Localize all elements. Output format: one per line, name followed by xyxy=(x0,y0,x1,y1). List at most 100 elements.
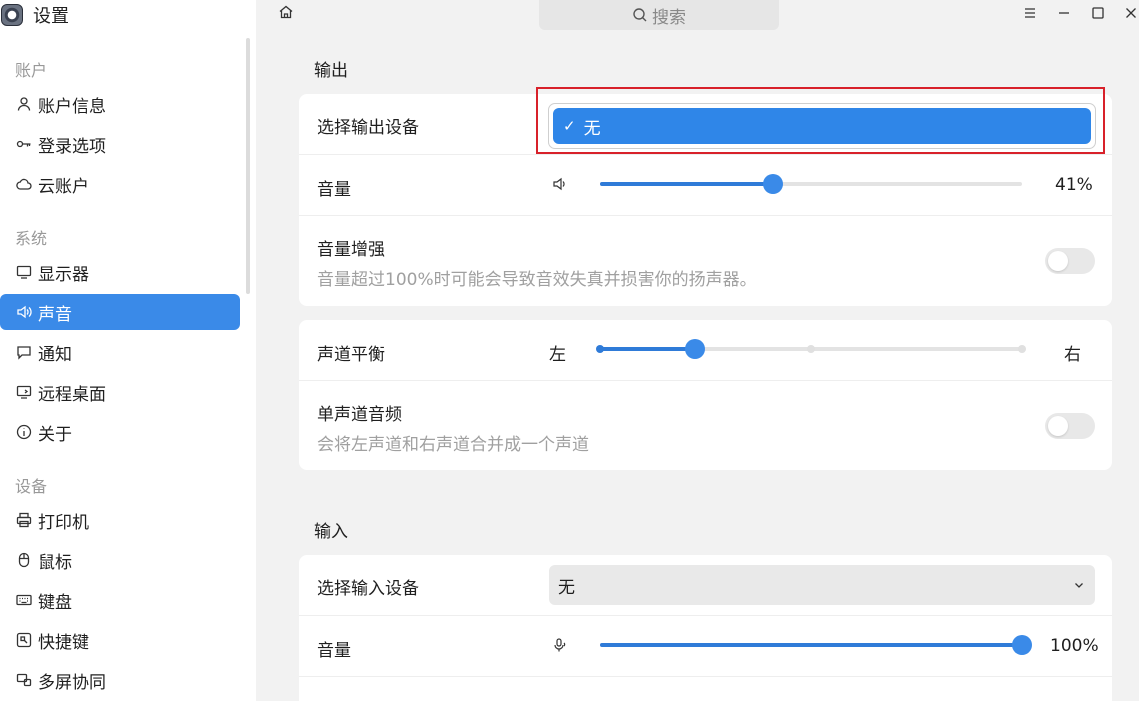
sidebar-item-shortcuts[interactable]: 快捷键 xyxy=(0,622,240,658)
multi-screen-icon xyxy=(15,671,33,689)
balance-left-label: 左 xyxy=(549,345,566,365)
minimize-icon xyxy=(1059,12,1069,14)
output-device-dropdown[interactable]: ✓ 无 xyxy=(548,103,1096,149)
input-device-row: 选择输入设备 无 xyxy=(299,555,1112,616)
sidebar-item-display[interactable]: 显示器 xyxy=(0,254,240,290)
output-volume-label: 音量 xyxy=(317,180,351,200)
menu-button[interactable] xyxy=(1021,4,1039,22)
input-volume-fill xyxy=(600,643,1022,647)
sidebar-item-keyboard[interactable]: 键盘 xyxy=(0,582,240,618)
search-field[interactable]: 搜索 xyxy=(539,0,779,30)
balance-right-label: 右 xyxy=(1064,345,1081,365)
balance-label: 声道平衡 xyxy=(317,345,385,365)
input-volume-knob[interactable] xyxy=(1012,635,1032,655)
input-volume-value: 100% xyxy=(1050,636,1099,656)
app-title: 设置 xyxy=(33,6,69,27)
maximize-button[interactable] xyxy=(1089,4,1107,22)
menu-icon xyxy=(1025,8,1035,18)
sidebar-item-label: 关于 xyxy=(38,424,72,445)
mono-audio-description: 会将左声道和右声道合并成一个声道 xyxy=(317,435,589,455)
search-placeholder: 搜索 xyxy=(652,7,686,28)
output-volume-row: 音量 41% xyxy=(299,155,1112,216)
mono-audio-row: 单声道音频 会将左声道和右声道合并成一个声道 xyxy=(299,381,1112,470)
input-device-label: 选择输入设备 xyxy=(317,579,419,599)
balance-card: 声道平衡 左 右 单声道音频 会将左声道和右声道合并成一个声道 xyxy=(299,320,1112,470)
sidebar-item-label: 云账户 xyxy=(38,176,89,197)
volume-boost-description: 音量超过100%时可能会导致音效失真并损害你的扬声器。 xyxy=(317,270,757,290)
sidebar-item-label: 鼠标 xyxy=(38,552,72,573)
mono-audio-toggle[interactable] xyxy=(1045,413,1095,439)
balance-row: 声道平衡 左 右 xyxy=(299,320,1112,381)
balance-knob[interactable] xyxy=(684,339,705,359)
volume-boost-row: 音量增强 音量超过100%时可能会导致音效失真并损害你的扬声器。 xyxy=(299,216,1112,306)
sidebar-item-label: 登录选项 xyxy=(38,136,106,157)
input-card: 选择输入设备 无 音量 100% xyxy=(299,555,1112,701)
speaker-icon xyxy=(15,303,33,321)
sidebar-item-account-info[interactable]: 账户信息 xyxy=(0,86,240,122)
input-volume-slider[interactable] xyxy=(600,635,1032,655)
balance-tick xyxy=(807,345,815,353)
section-system: 系统 xyxy=(15,229,48,248)
close-button[interactable] xyxy=(1122,4,1139,22)
user-icon xyxy=(15,95,33,113)
output-volume-knob[interactable] xyxy=(763,174,784,194)
balance-tick xyxy=(1018,345,1026,353)
balance-slider[interactable] xyxy=(596,339,1026,359)
check-icon: ✓ xyxy=(563,117,576,135)
output-device-option[interactable]: ✓ 无 xyxy=(553,108,1091,144)
message-icon xyxy=(15,343,33,361)
search-icon xyxy=(633,8,647,22)
sidebar: 设置 账户 账户信息 登录选项 云账户 系统 显示器 声音 通知 远程桌面 关于… xyxy=(0,0,256,701)
volume-boost-toggle[interactable] xyxy=(1045,248,1095,274)
sidebar-item-label: 快捷键 xyxy=(38,632,89,653)
sidebar-item-printer[interactable]: 打印机 xyxy=(0,502,240,538)
remote-desktop-icon xyxy=(15,383,33,401)
sidebar-item-notifications[interactable]: 通知 xyxy=(0,334,240,370)
sidebar-item-sound[interactable]: 声音 xyxy=(0,294,240,330)
sidebar-item-label: 声音 xyxy=(38,304,72,325)
sidebar-scrollbar[interactable] xyxy=(246,38,250,294)
sidebar-item-label: 键盘 xyxy=(38,592,72,613)
input-volume-label: 音量 xyxy=(317,641,351,661)
sidebar-item-label: 显示器 xyxy=(38,264,89,285)
section-devices: 设备 xyxy=(15,477,48,496)
shortcut-icon xyxy=(15,631,33,649)
section-accounts: 账户 xyxy=(15,61,48,80)
info-icon xyxy=(15,423,33,441)
minimize-button[interactable] xyxy=(1055,4,1073,22)
sidebar-item-about[interactable]: 关于 xyxy=(0,414,240,450)
sidebar-item-mouse[interactable]: 鼠标 xyxy=(0,542,240,578)
home-icon xyxy=(279,5,293,19)
mono-audio-label: 单声道音频 xyxy=(317,405,402,425)
output-volume-value: 41% xyxy=(1055,175,1093,195)
monitor-icon xyxy=(15,263,33,281)
output-group-title: 输出 xyxy=(314,61,348,81)
cloud-icon xyxy=(15,175,33,193)
output-volume-fill xyxy=(600,182,774,186)
balance-fill xyxy=(600,347,695,351)
input-device-select[interactable]: 无 xyxy=(549,565,1095,605)
input-volume-row: 音量 100% xyxy=(299,616,1112,677)
sidebar-item-label: 打印机 xyxy=(38,512,89,533)
sidebar-item-cloud-account[interactable]: 云账户 xyxy=(0,166,240,202)
keyboard-icon xyxy=(15,591,33,609)
microphone-icon[interactable] xyxy=(552,637,570,655)
sidebar-item-login-options[interactable]: 登录选项 xyxy=(0,126,240,162)
mouse-icon xyxy=(15,551,33,569)
sidebar-item-label: 账户信息 xyxy=(38,96,106,117)
chevron-down-icon xyxy=(1075,583,1083,588)
printer-icon xyxy=(15,511,33,529)
settings-app-icon xyxy=(1,4,23,26)
sidebar-item-label: 通知 xyxy=(38,344,72,365)
sidebar-item-remote-desktop[interactable]: 远程桌面 xyxy=(0,374,240,410)
speaker-icon[interactable] xyxy=(552,176,570,194)
sidebar-item-label: 远程桌面 xyxy=(38,384,106,405)
output-device-option-label: 无 xyxy=(583,118,601,139)
input-device-value: 无 xyxy=(558,577,575,598)
sidebar-item-multi-screen[interactable]: 多屏协同 xyxy=(0,662,240,698)
home-button[interactable] xyxy=(278,4,296,22)
maximize-icon xyxy=(1092,7,1104,19)
output-volume-slider[interactable] xyxy=(600,174,1022,194)
key-icon xyxy=(15,135,33,153)
app-header: 设置 xyxy=(0,0,69,30)
